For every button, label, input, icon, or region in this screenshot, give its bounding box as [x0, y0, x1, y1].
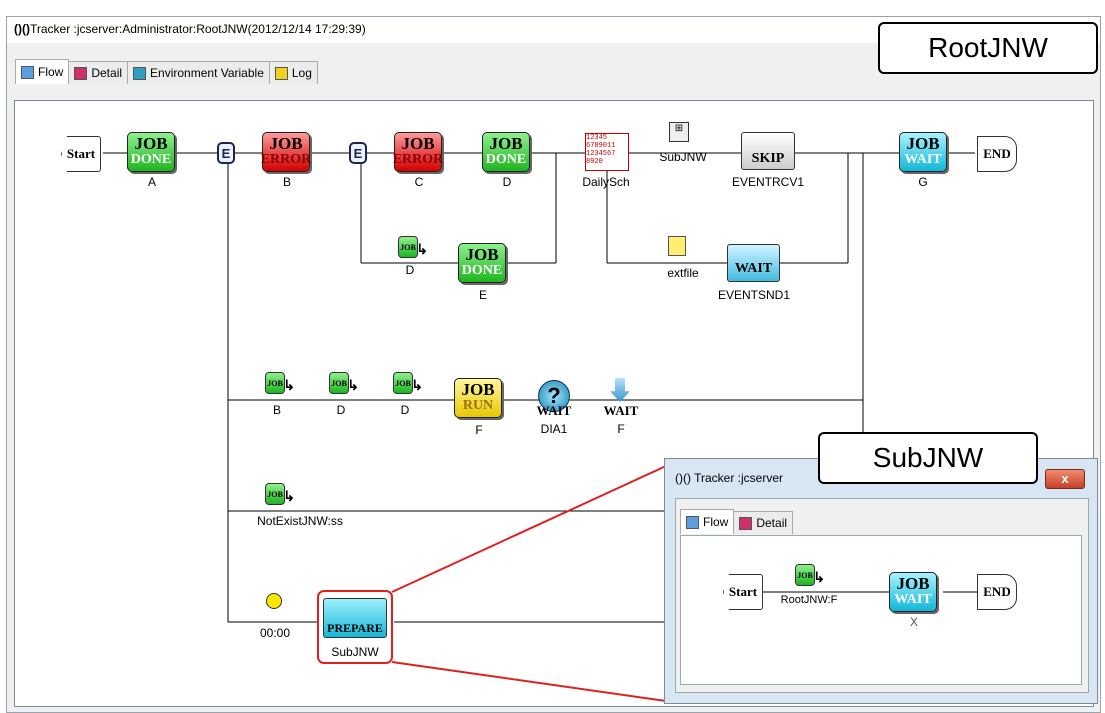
- sub-start-node[interactable]: Start: [723, 574, 763, 610]
- job-d[interactable]: JOB DONE: [482, 132, 530, 172]
- job-status: DONE: [130, 152, 172, 167]
- sub-window-title: ()() Tracker :jcserver: [675, 471, 783, 485]
- branch-icon[interactable]: E: [349, 142, 367, 164]
- job-a-label: A: [147, 175, 157, 189]
- job-status: WAIT: [894, 592, 932, 607]
- end-node[interactable]: END: [977, 136, 1017, 172]
- close-button[interactable]: x: [1045, 469, 1085, 489]
- sub-job-x[interactable]: JOB WAIT: [889, 572, 937, 612]
- sub-tab-detail-label: Detail: [756, 516, 788, 530]
- calendar-icon[interactable]: 12345 6789011 1234567 8920: [585, 133, 629, 171]
- job-ref-icon[interactable]: JOB: [795, 564, 825, 587]
- flow-icon: [686, 515, 699, 529]
- branch-icon[interactable]: E: [217, 142, 235, 164]
- job-ref-icon[interactable]: JOB: [265, 372, 295, 395]
- sub-end-label: END: [983, 584, 1011, 599]
- eventsnd-label: EVENTSND1: [717, 288, 791, 302]
- clock-icon[interactable]: [266, 593, 282, 609]
- job-ref-icon[interactable]: JOB: [329, 372, 359, 395]
- end-label: END: [983, 146, 1011, 161]
- row3-d1-label: D: [336, 403, 346, 417]
- file-icon[interactable]: [668, 236, 686, 256]
- job-status: ERROR: [260, 152, 312, 167]
- eventrcv-job[interactable]: SKIP: [741, 132, 795, 170]
- subjnw-icon[interactable]: ⊞: [669, 122, 689, 142]
- callout-subjnw: SubJNW: [818, 432, 1038, 484]
- dia-state: WAIT: [536, 403, 572, 418]
- subjnw-job[interactable]: PREPARE: [323, 598, 387, 638]
- detail-icon: [739, 516, 753, 530]
- job-ref-icon[interactable]: JOB: [393, 372, 423, 395]
- f-wait-state: WAIT: [603, 403, 639, 418]
- sub-connectors: [763, 591, 977, 593]
- sub-flow-canvas[interactable]: Start JOB RootJNW:F JOB WAIT X END: [680, 535, 1082, 685]
- sub-window-body: Flow Detail Start JOB RootJNW:F JOB WAIT…: [675, 498, 1089, 693]
- job-g[interactable]: JOB WAIT: [899, 132, 947, 172]
- job-status: DONE: [485, 152, 527, 167]
- job-c-label: C: [414, 175, 424, 189]
- notexist-label: NotExistJNW:ss: [257, 514, 343, 528]
- start-label: Start: [66, 146, 96, 161]
- job-word: JOB: [465, 245, 499, 264]
- job-e-label: E: [478, 288, 488, 302]
- job-word: JOB: [896, 574, 930, 593]
- sub-tab-bar: Flow Detail: [680, 509, 794, 534]
- subjnw-top-label: SubJNW: [659, 150, 707, 164]
- job-word: JOB: [269, 134, 303, 153]
- job-status: DONE: [461, 263, 503, 278]
- job-ref-icon[interactable]: JOB: [398, 236, 428, 259]
- sub-end-node[interactable]: END: [977, 574, 1017, 610]
- extfile-label: extfile: [667, 266, 699, 280]
- job-b[interactable]: JOB ERROR: [260, 132, 312, 172]
- sub-window-title-text: Tracker :jcserver: [694, 471, 784, 485]
- dailysch-label: DailySch: [582, 175, 630, 189]
- sub-job-label: X: [909, 615, 919, 629]
- subjnw-bottom-label: SubJNW: [331, 645, 379, 659]
- subjnw-state: PREPARE: [327, 621, 383, 635]
- eventsnd-state: WAIT: [734, 261, 773, 276]
- job-status: WAIT: [904, 152, 942, 167]
- job-f[interactable]: JOB RUN: [454, 378, 502, 418]
- job-g-label: G: [918, 175, 928, 189]
- job-f-label: F: [475, 423, 483, 437]
- start-node[interactable]: Start: [61, 136, 101, 172]
- eventrcv-state: SKIP: [751, 151, 785, 166]
- sub-tracker-window: ()() Tracker :jcserver x Flow Detail Sta…: [664, 458, 1098, 704]
- job-b-label: B: [282, 175, 292, 189]
- sub-ref-label: RootJNW:F: [780, 594, 838, 606]
- d-sub-label: D: [405, 263, 415, 277]
- time-label: 00:00: [259, 626, 291, 640]
- row3-d2-label: D: [400, 403, 410, 417]
- eventsnd-job[interactable]: WAIT: [727, 244, 780, 282]
- job-status: RUN: [462, 398, 494, 413]
- eventrcv-label: EVENTRCV1: [731, 175, 805, 189]
- job-d-label: D: [502, 175, 512, 189]
- job-word: JOB: [461, 380, 495, 399]
- job-word: JOB: [906, 134, 940, 153]
- job-c[interactable]: JOB ERROR: [392, 132, 444, 172]
- job-e[interactable]: JOB DONE: [458, 243, 506, 283]
- job-word: JOB: [489, 134, 523, 153]
- job-word: JOB: [134, 134, 168, 153]
- sub-start-label: Start: [728, 584, 758, 599]
- row3-b-label: B: [272, 403, 282, 417]
- job-a[interactable]: JOB DONE: [127, 132, 175, 172]
- job-status: ERROR: [392, 152, 444, 167]
- sub-tab-detail[interactable]: Detail: [733, 511, 794, 534]
- sub-tab-flow-label: Flow: [703, 515, 729, 529]
- sub-tab-flow[interactable]: Flow: [680, 509, 735, 534]
- callout-rootjnw: RootJNW: [878, 22, 1098, 74]
- job-word: JOB: [401, 134, 435, 153]
- dia1-label: DIA1: [540, 422, 568, 436]
- tracker-icon: ()(): [675, 471, 695, 485]
- f-wait-label: F: [617, 422, 625, 436]
- job-ref-icon[interactable]: JOB: [265, 483, 295, 506]
